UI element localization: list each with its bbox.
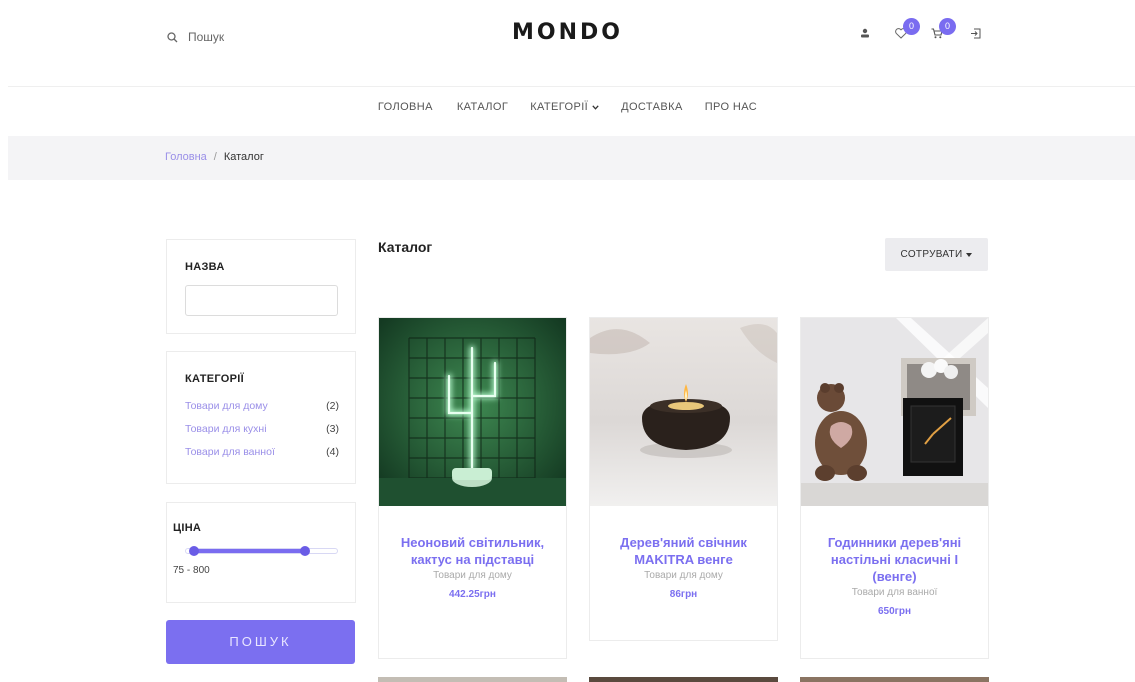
- categories-filter-title: КАТЕГОРІЇ: [185, 373, 244, 385]
- category-item-bathroom[interactable]: Товари для ванної (4): [185, 446, 339, 469]
- price-range-slider[interactable]: [185, 546, 338, 556]
- product-name[interactable]: Дерев'яний свічник MAKITRA венге: [600, 534, 767, 568]
- product-image[interactable]: [379, 318, 566, 506]
- name-filter-panel: НАЗВА: [166, 239, 356, 334]
- breadcrumb-current: Каталог: [223, 151, 264, 163]
- category-item-home[interactable]: Товари для дому (2): [185, 400, 339, 423]
- product-name[interactable]: Годинники дерев'яні настільні класичні I…: [811, 534, 978, 585]
- product-card[interactable]: Неоновий світильник, кактус на підставці…: [378, 317, 567, 659]
- product-info: Дерев'яний свічник MAKITRA венге Товари …: [590, 506, 777, 600]
- login-icon[interactable]: [970, 28, 981, 39]
- filter-search-button[interactable]: ПОШУК: [166, 620, 355, 664]
- nav-item-categories[interactable]: КАТЕГОРІЇ: [530, 101, 599, 113]
- category-item-kitchen[interactable]: Товари для кухні (3): [185, 423, 339, 446]
- nav-item-categories-label: КАТЕГОРІЇ: [530, 101, 589, 113]
- price-max-handle[interactable]: [300, 546, 310, 556]
- product-info: Годинники дерев'яні настільні класичні I…: [801, 506, 988, 617]
- product-card-peek: [378, 677, 567, 682]
- product-card[interactable]: Дерев'яний свічник MAKITRA венге Товари …: [589, 317, 778, 641]
- top-header: Пошук MONDO 0 0: [0, 0, 1135, 82]
- product-name[interactable]: Неоновий світильник, кактус на підставці: [389, 534, 556, 568]
- product-category: Товари для ванної: [851, 587, 938, 598]
- wishlist-count-badge: 0: [903, 18, 920, 35]
- nav-item-home[interactable]: ГОЛОВНА: [378, 101, 433, 113]
- cart-button[interactable]: 0: [931, 18, 956, 39]
- price-filter-panel: ЦІНА 75 - 800: [166, 502, 356, 603]
- header-divider: [8, 86, 1135, 87]
- breadcrumb-separator: /: [213, 151, 217, 163]
- category-count: (2): [326, 400, 339, 412]
- product-price: 442.25грн: [449, 589, 496, 600]
- product-card-peek: [800, 677, 989, 682]
- user-icon[interactable]: [860, 28, 870, 38]
- nav-item-delivery[interactable]: ДОСТАВКА: [621, 101, 683, 113]
- product-category: Товари для дому: [644, 570, 723, 581]
- product-info: Неоновий світильник, кактус на підставці…: [379, 506, 566, 600]
- product-image[interactable]: [801, 318, 988, 506]
- price-filter-title: ЦІНА: [173, 522, 202, 534]
- category-label[interactable]: Товари для ванної: [185, 446, 275, 469]
- catalog-title: Каталог: [378, 239, 433, 255]
- category-count: (4): [326, 446, 339, 458]
- nav-item-catalog[interactable]: КАТАЛОГ: [457, 101, 508, 113]
- breadcrumb: Головна / Каталог: [165, 151, 264, 163]
- product-card[interactable]: Годинники дерев'яні настільні класичні I…: [800, 317, 989, 659]
- price-min-handle[interactable]: [189, 546, 199, 556]
- sort-button[interactable]: СОТРУВАТИ: [885, 238, 988, 271]
- product-category: Товари для дому: [433, 570, 512, 581]
- categories-filter-panel: КАТЕГОРІЇ Товари для дому (2) Товари для…: [166, 351, 356, 484]
- sort-label: СОТРУВАТИ: [900, 249, 963, 260]
- chevron-down-icon: [592, 104, 599, 110]
- breadcrumb-bar: Головна / Каталог: [8, 136, 1135, 180]
- product-image[interactable]: [590, 318, 777, 506]
- name-filter-input[interactable]: [185, 285, 338, 316]
- main-nav: ГОЛОВНА КАТАЛОГ КАТЕГОРІЇ ДОСТАВКА ПРО Н…: [0, 101, 1135, 113]
- category-label[interactable]: Товари для дому: [185, 400, 268, 423]
- category-count: (3): [326, 423, 339, 435]
- header-icons: 0 0: [855, 18, 995, 52]
- cart-count-badge: 0: [939, 18, 956, 35]
- price-range-text: 75 - 800: [173, 565, 210, 576]
- product-price: 650грн: [878, 606, 911, 617]
- wishlist-button[interactable]: 0: [895, 18, 920, 39]
- price-slider-fill: [193, 549, 305, 553]
- categories-list: Товари для дому (2) Товари для кухні (3)…: [185, 400, 339, 469]
- caret-down-icon: [966, 252, 973, 257]
- category-label[interactable]: Товари для кухні: [185, 423, 267, 446]
- product-price: 86грн: [669, 589, 698, 600]
- name-filter-title: НАЗВА: [185, 261, 225, 273]
- product-card-peek: [589, 677, 778, 682]
- breadcrumb-home-link[interactable]: Головна: [165, 151, 207, 163]
- nav-item-about[interactable]: ПРО НАС: [705, 101, 757, 113]
